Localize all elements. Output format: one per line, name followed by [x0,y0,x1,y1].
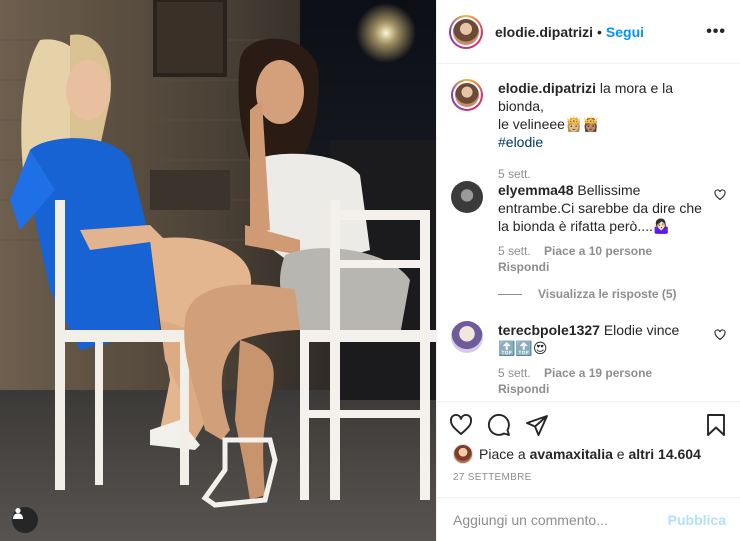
post-side-panel: elodie.dipatrizi • Segui ••• elodie.dipa… [436,0,740,541]
caption-username[interactable]: elodie.dipatrizi [498,80,596,96]
author-avatar[interactable] [449,14,483,49]
comment-composer: Pubblica [437,497,740,541]
post-date[interactable]: 27 SETTEMBRE [453,472,532,483]
share-icon[interactable] [525,413,549,437]
likes-prefix: Piace a [479,446,526,462]
bookmark-icon[interactable] [704,413,728,437]
tag-user-icon[interactable] [12,507,38,533]
caption-hashtag[interactable]: #elodie [498,133,704,151]
comment-icon[interactable] [487,413,511,437]
likes-summary: Piace a avamaxitalia e altri 14.604 [453,444,726,464]
comment-item: elyemma48 Bellissime entrambe.Ci sarebbe… [451,181,726,281]
comment-like-icon[interactable] [714,189,726,201]
heart-icon[interactable] [449,413,473,437]
comment-time[interactable]: 5 sett. [498,244,531,258]
post-photo[interactable] [0,0,436,541]
caption: elodie.dipatrizi la mora e la bionda, le… [451,79,726,181]
reply-button[interactable]: Rispondi [498,380,704,398]
comment-username[interactable]: elyemma48 [498,182,574,198]
caption-avatar[interactable] [451,79,483,111]
more-icon[interactable]: ••• [706,23,726,41]
comment-item: terecbpole1327 Elodie vince 🔝🔝😍 5 sett. … [451,321,726,401]
comment-likes[interactable]: Piace a 19 persone [544,366,652,380]
comment-username[interactable]: terecbpole1327 [498,322,600,338]
commenter-avatar[interactable] [451,181,483,213]
comment-input[interactable] [453,511,668,528]
post-header: elodie.dipatrizi • Segui ••• [437,0,740,64]
commenter-avatar[interactable] [451,321,483,353]
view-replies-line [498,293,522,295]
likes-middle: e [616,446,625,462]
comment-time[interactable]: 5 sett. [498,366,531,380]
follow-button[interactable]: Segui [606,24,644,40]
likes-others[interactable]: altri 14.604 [628,446,700,462]
action-bar [437,401,740,447]
photo-illustration [0,0,436,541]
liker-avatar[interactable] [453,444,473,464]
view-replies-label: Visualizza le risposte (5) [538,287,677,301]
comments-list[interactable]: elodie.dipatrizi la mora e la bionda, le… [437,65,740,401]
publish-button[interactable]: Pubblica [668,512,726,528]
author-username[interactable]: elodie.dipatrizi [495,24,593,40]
comment-text: Elodie vince [603,322,680,338]
comment-emojis: 🔝🔝😍 [498,340,548,356]
header-separator: • [597,23,602,40]
caption-text-line2: le velineee👸🏼👸🏽 [498,116,600,132]
comment-likes[interactable]: Piace a 10 persone [544,244,652,258]
comment-like-icon[interactable] [714,329,726,341]
caption-time[interactable]: 5 sett. [498,167,704,181]
view-replies-button[interactable]: Visualizza le risposte (5) [498,287,677,301]
liker-username[interactable]: avamaxitalia [530,446,613,462]
reply-button[interactable]: Rispondi [498,258,704,276]
